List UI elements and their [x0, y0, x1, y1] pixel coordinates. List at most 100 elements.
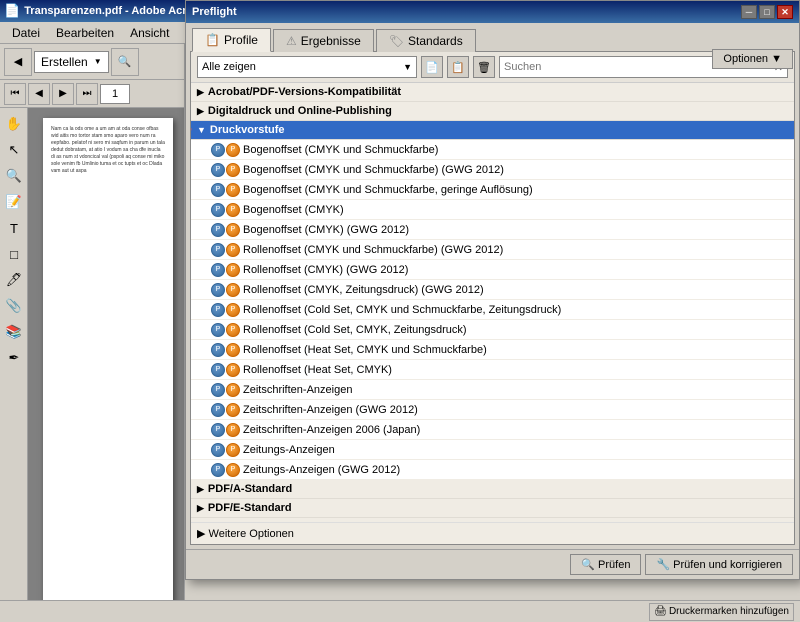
group-druckvorstufe-label: Druckvorstufe: [210, 124, 285, 136]
profile-icon-orange: P: [226, 323, 240, 337]
dialog-minimize-button[interactable]: ─: [741, 5, 757, 19]
pruefen-korrigieren-button[interactable]: 🔧 Prüfen und korrigieren: [645, 554, 793, 575]
profile-icon-orange: P: [226, 163, 240, 177]
item-label: Rollenoffset (CMYK und Schmuckfarbe) (GW…: [243, 244, 503, 256]
list-item[interactable]: P P Rollenoffset (Cold Set, CMYK, Zeitun…: [191, 320, 794, 340]
profile-icon-blue: P: [211, 383, 225, 397]
status-bar: 🖨 Druckermarken hinzufügen: [0, 600, 800, 622]
item-icons: P P: [211, 343, 240, 357]
list-item[interactable]: P P Bogenoffset (CMYK und Schmuckfarbe) …: [191, 160, 794, 180]
sidebar-hand-icon[interactable]: ✋: [2, 112, 26, 136]
group-druckvorstufe-arrow-icon: ▼: [197, 125, 206, 135]
dialog-close-button[interactable]: ✕: [777, 5, 793, 19]
list-item[interactable]: P P Bogenoffset (CMYK) (GWG 2012): [191, 220, 794, 240]
group-digital-print[interactable]: ▶ Digitaldruck und Online-Publishing: [191, 102, 794, 121]
list-item[interactable]: P P Rollenoffset (Heat Set, CMYK und Sch…: [191, 340, 794, 360]
back-button[interactable]: ◀: [4, 48, 32, 76]
item-label: Zeitschriften-Anzeigen 2006 (Japan): [243, 424, 420, 436]
sidebar-shape-icon[interactable]: □: [2, 242, 26, 266]
tab-profile[interactable]: 📋 Profile: [192, 28, 271, 52]
document-page: Nam ca la ods ome a um am at oda conse o…: [43, 118, 173, 600]
status-print-marks[interactable]: 🖨 Druckermarken hinzufügen: [649, 603, 794, 621]
list-item[interactable]: P P Rollenoffset (Heat Set, CMYK): [191, 360, 794, 380]
sidebar-attach-icon[interactable]: 📎: [2, 294, 26, 318]
group-digital-label: Digitaldruck und Online-Publishing: [208, 105, 392, 117]
tab-ergebnisse-icon: ⚠: [286, 34, 297, 48]
erstellen-label: Erstellen: [41, 55, 88, 69]
list-item[interactable]: P P Bogenoffset (CMYK): [191, 200, 794, 220]
item-label: Bogenoffset (CMYK) (GWG 2012): [243, 224, 409, 236]
sidebar-select-icon[interactable]: ↖: [2, 138, 26, 162]
sidebar-sign-icon[interactable]: ✒: [2, 346, 26, 370]
sidebar-stamp-icon[interactable]: 🖊: [2, 268, 26, 292]
tab-ergebnisse[interactable]: ⚠ Ergebnisse: [273, 29, 374, 52]
item-label: Bogenoffset (CMYK): [243, 204, 344, 216]
page-input[interactable]: [100, 84, 130, 104]
group-druckvorstufe[interactable]: ○ ▼ Druckvorstufe: [191, 121, 794, 140]
list-item[interactable]: P P Zeitungs-Anzeigen (GWG 2012): [191, 460, 794, 480]
pruefen-korrigieren-label: Prüfen und korrigieren: [673, 559, 782, 571]
list-item[interactable]: P P Zeitschriften-Anzeigen 2006 (Japan): [191, 420, 794, 440]
group-pdf-a-label: PDF/A-Standard: [208, 483, 292, 495]
sidebar-highlight-icon[interactable]: T: [2, 216, 26, 240]
nav-prev-button[interactable]: ◀: [28, 83, 50, 105]
group-pdf-e-label: PDF/E-Standard: [208, 502, 292, 514]
menu-ansicht[interactable]: Ansicht: [122, 24, 177, 42]
item-label: Zeitschriften-Anzeigen: [243, 384, 352, 396]
sidebar-zoom-icon[interactable]: 🔍: [2, 164, 26, 188]
pruefen-label: Prüfen: [598, 559, 630, 571]
copy-profile-button[interactable]: 📋: [447, 56, 469, 78]
list-item[interactable]: P P Zeitschriften-Anzeigen (GWG 2012): [191, 400, 794, 420]
sidebar-note-icon[interactable]: 📝: [2, 190, 26, 214]
list-item[interactable]: P P Rollenoffset (CMYK und Schmuckfarbe)…: [191, 240, 794, 260]
delete-profile-button[interactable]: 🗑: [473, 56, 495, 78]
profile-icon-blue: P: [211, 283, 225, 297]
more-options-label: ▶ Weitere Optionen: [197, 527, 294, 540]
group-pdf-e[interactable]: ▶ PDF/E-Standard: [191, 499, 794, 518]
left-panel: ◀ Erstellen ▼ 🔍 ⏮ ◀ ▶ ⏭ ✋ ↖ 🔍 📝 T □: [0, 44, 185, 600]
pruefen-button[interactable]: 🔍 Prüfen: [570, 554, 641, 575]
erstellen-dropdown[interactable]: Erstellen ▼: [34, 51, 109, 73]
sidebar-layers-icon[interactable]: 📚: [2, 320, 26, 344]
list-item[interactable]: P P Rollenoffset (Cold Set, CMYK und Sch…: [191, 300, 794, 320]
list-item[interactable]: P P Bogenoffset (CMYK und Schmuckfarbe, …: [191, 180, 794, 200]
item-icons: P P: [211, 163, 240, 177]
nav-first-button[interactable]: ⏮: [4, 83, 26, 105]
profile-icon-blue: P: [211, 143, 225, 157]
item-label: Bogenoffset (CMYK und Schmuckfarbe): [243, 144, 438, 156]
new-profile-button[interactable]: 📄: [421, 56, 443, 78]
profile-icon-blue: P: [211, 463, 225, 477]
list-item[interactable]: P P Rollenoffset (CMYK) (GWG 2012): [191, 260, 794, 280]
list-item[interactable]: P P Zeitschriften-Anzeigen: [191, 380, 794, 400]
nav-last-button[interactable]: ⏭: [76, 83, 98, 105]
nav-next-button[interactable]: ▶: [52, 83, 74, 105]
list-item[interactable]: P P Bogenoffset (CMYK und Schmuckfarbe): [191, 140, 794, 160]
tab-standards[interactable]: 🏷 Standards: [376, 29, 476, 52]
tab-standards-label: Standards: [408, 34, 463, 48]
item-icons: P P: [211, 143, 240, 157]
dialog-maximize-button[interactable]: □: [759, 5, 775, 19]
menu-datei[interactable]: Datei: [4, 24, 48, 42]
item-icons: P P: [211, 363, 240, 377]
optionen-button[interactable]: Optionen ▼: [712, 49, 793, 69]
profile-icon-blue: P: [211, 323, 225, 337]
profile-icon-blue: P: [211, 263, 225, 277]
profile-icon-orange: P: [226, 303, 240, 317]
more-options-button[interactable]: ▶ Weitere Optionen: [191, 522, 794, 544]
search-button[interactable]: 🔍: [111, 48, 139, 76]
list-item[interactable]: P P Rollenoffset (CMYK, Zeitungsdruck) (…: [191, 280, 794, 300]
profile-icon-blue: P: [211, 243, 225, 257]
profile-icon-orange: P: [226, 423, 240, 437]
list-item[interactable]: P P Zeitungs-Anzeigen: [191, 440, 794, 460]
menu-bearbeiten[interactable]: Bearbeiten: [48, 24, 122, 42]
tab-profile-icon: 📋: [205, 33, 220, 47]
profile-icon-orange: P: [226, 203, 240, 217]
document-text: Nam ca la ods ome a um am at oda conse o…: [51, 126, 165, 175]
profile-icon-blue: P: [211, 223, 225, 237]
tab-profile-label: Profile: [224, 33, 258, 47]
pruefen-korrigieren-icon: 🔧: [656, 558, 670, 571]
filter-dropdown[interactable]: Alle zeigen ▼: [197, 56, 417, 78]
group-pdf-a[interactable]: ▶ PDF/A-Standard: [191, 480, 794, 499]
dialog-content: Alle zeigen ▼ 📄 📋 🗑 ✕ ▶ Acrobat/PDF-Vers…: [190, 51, 795, 545]
group-acrobat-compat[interactable]: ▶ Acrobat/PDF-Versions-Kompatibilität: [191, 83, 794, 102]
